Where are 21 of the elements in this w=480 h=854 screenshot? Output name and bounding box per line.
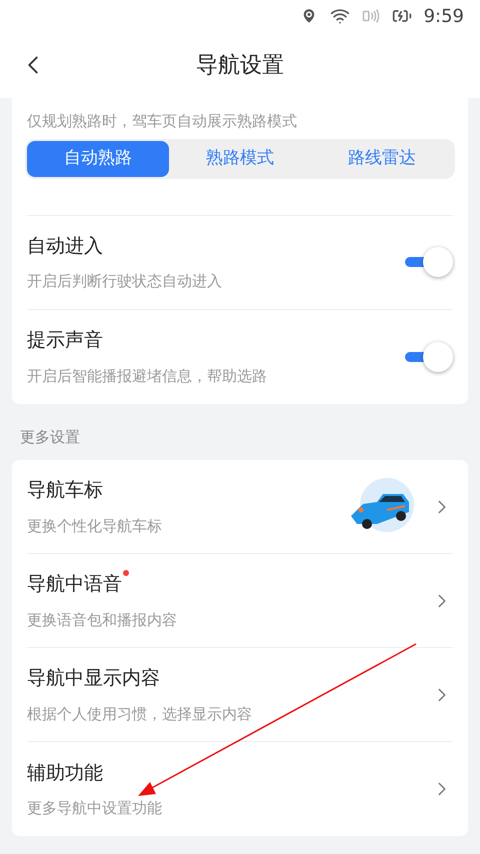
status-time: 9:59	[424, 4, 464, 28]
setting-subtitle: 更多导航中设置功能	[27, 798, 163, 819]
settings-row[interactable]: 辅助功能 更多导航中设置功能	[27, 742, 453, 836]
settings-row[interactable]: 导航中显示内容 根据个人使用习惯，选择显示内容	[27, 648, 453, 742]
setting-title: 导航车标	[27, 478, 103, 503]
setting-title: 导航中语音	[27, 572, 122, 597]
setting-title: 导航中显示内容	[27, 666, 160, 691]
setting-subtitle: 更换个性化导航车标	[27, 516, 163, 536]
setting-description: 仅规划熟路时，驾车页自动展示熟路模式	[27, 111, 298, 132]
setting-title: 自动进入	[27, 234, 104, 258]
settings-row[interactable]: 导航车标 更换个性化导航车标	[27, 460, 453, 554]
segment-tab[interactable]: 自动熟路	[27, 140, 169, 176]
setting-title: 辅助功能	[27, 760, 103, 786]
section-title: 更多设置	[19, 426, 81, 448]
setting-title: 提示声音	[27, 328, 104, 353]
setting-subtitle: 开启后智能播报避堵信息，帮助选路	[27, 366, 268, 386]
settings-row[interactable]: 导航中语音 更换语音包和播报内容	[27, 554, 453, 648]
setting-subtitle: 更换语音包和播报内容	[27, 610, 178, 630]
setting-subtitle: 根据个人使用习惯，选择显示内容	[27, 704, 253, 724]
page-title: 导航设置	[196, 52, 284, 80]
setting-subtitle: 开启后判断行驶状态自动进入	[27, 271, 223, 292]
